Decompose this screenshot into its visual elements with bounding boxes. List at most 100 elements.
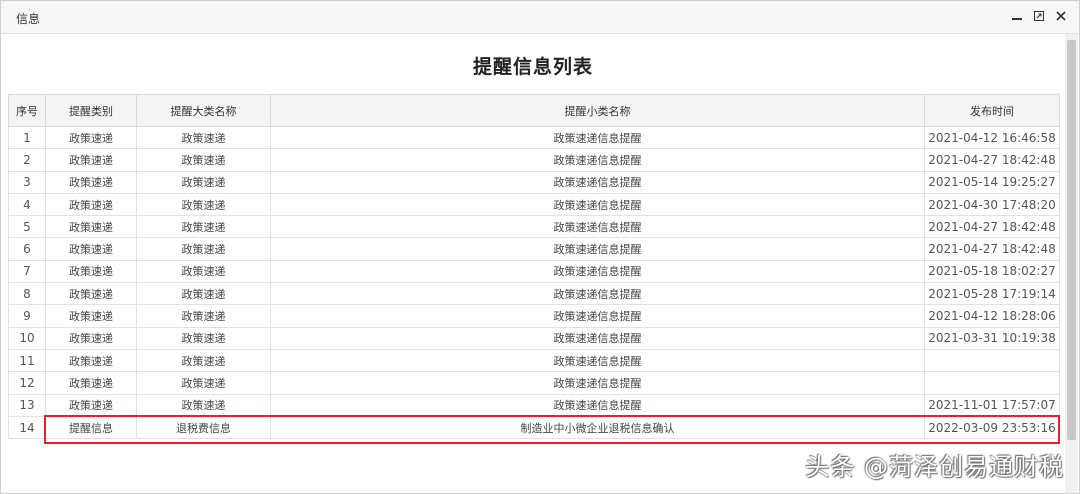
cell-time: 2021-11-01 17:57:07 <box>924 393 1060 417</box>
cell-category: 政策速递 <box>45 215 137 239</box>
cell-category: 政策速递 <box>45 282 137 306</box>
title-bar: 信息 <box>1 1 1079 34</box>
cell-category: 政策速递 <box>45 170 137 194</box>
cell-index: 1 <box>8 125 46 150</box>
table-row[interactable]: 7 政策速递 政策速递 政策速递信息提醒 2021-05-18 18:02:27 <box>8 259 1060 284</box>
cell-category: 政策速递 <box>45 192 137 217</box>
cell-major: 政策速递 <box>136 393 271 417</box>
close-icon[interactable] <box>1053 7 1069 25</box>
minimize-icon[interactable] <box>1009 7 1025 25</box>
table-row[interactable]: 6 政策速递 政策速递 政策速递信息提醒 2021-04-27 18:42:48 <box>8 237 1060 261</box>
cell-major: 政策速递 <box>136 148 271 172</box>
cell-category: 政策速递 <box>45 393 137 417</box>
cell-category: 政策速递 <box>45 259 137 284</box>
cell-minor: 政策速递信息提醒 <box>270 125 925 150</box>
cell-time: 2021-04-27 18:42:48 <box>924 215 1060 239</box>
cell-index: 2 <box>8 148 46 172</box>
cell-index: 12 <box>8 371 46 395</box>
scrollbar-thumb[interactable] <box>1067 40 1076 440</box>
table-row-highlighted[interactable]: 14 提醒信息 退税费信息 制造业中小微企业退税信息确认 2022-03-09 … <box>8 415 1060 440</box>
cell-minor: 政策速递信息提醒 <box>270 170 925 194</box>
cell-index: 4 <box>8 192 46 217</box>
cell-minor: 政策速递信息提醒 <box>270 259 925 284</box>
cell-category: 政策速递 <box>45 237 137 261</box>
cell-major: 政策速递 <box>136 125 271 150</box>
cell-major: 政策速递 <box>136 371 271 395</box>
cell-minor: 政策速递信息提醒 <box>270 393 925 417</box>
cell-minor: 政策速递信息提醒 <box>270 215 925 239</box>
table-row[interactable]: 10 政策速递 政策速递 政策速递信息提醒 2021-03-31 10:19:3… <box>8 326 1060 350</box>
table-row[interactable]: 1 政策速递 政策速递 政策速递信息提醒 2021-04-12 16:46:58 <box>8 125 1060 150</box>
cell-major: 政策速递 <box>136 237 271 261</box>
reminder-table: 序号 提醒类别 提醒大类名称 提醒小类名称 发布时间 1 政策速递 政策速递 政… <box>8 94 1060 440</box>
cell-time: 2021-04-12 18:28:06 <box>924 304 1060 328</box>
dialog-window: 信息 提醒信息列表 序号 提醒类别 提醒大类名称 提醒小类名称 发布时间 1 政… <box>0 0 1080 494</box>
cell-time: 2022-03-09 23:53:16 <box>924 415 1060 440</box>
cell-index: 3 <box>8 170 46 194</box>
cell-index: 8 <box>8 282 46 306</box>
table-row[interactable]: 5 政策速递 政策速递 政策速递信息提醒 2021-04-27 18:42:48 <box>8 215 1060 239</box>
cell-minor: 政策速递信息提醒 <box>270 148 925 172</box>
cell-time: 2021-04-27 18:42:48 <box>924 237 1060 261</box>
table-header-row: 序号 提醒类别 提醒大类名称 提醒小类名称 发布时间 <box>8 94 1060 127</box>
table-row[interactable]: 13 政策速递 政策速递 政策速递信息提醒 2021-11-01 17:57:0… <box>8 393 1060 417</box>
cell-index: 5 <box>8 215 46 239</box>
cell-major: 政策速递 <box>136 326 271 350</box>
cell-time: 2021-04-30 17:48:20 <box>924 192 1060 217</box>
cell-index: 13 <box>8 393 46 417</box>
cell-time: 2021-04-12 16:46:58 <box>924 125 1060 150</box>
cell-category: 政策速递 <box>45 348 137 373</box>
cell-category: 政策速递 <box>45 371 137 395</box>
cell-time: 2021-05-18 18:02:27 <box>924 259 1060 284</box>
cell-index: 7 <box>8 259 46 284</box>
cell-minor: 政策速递信息提醒 <box>270 282 925 306</box>
cell-major: 政策速递 <box>136 282 271 306</box>
cell-time: 2021-04-27 18:42:48 <box>924 148 1060 172</box>
table-row[interactable]: 11 政策速递 政策速递 政策速递信息提醒 <box>8 348 1060 373</box>
cell-major: 退税费信息 <box>136 415 271 440</box>
cell-major: 政策速递 <box>136 170 271 194</box>
cell-major: 政策速递 <box>136 304 271 328</box>
cell-index: 14 <box>8 415 46 440</box>
column-header-index[interactable]: 序号 <box>8 94 46 127</box>
cell-minor: 政策速递信息提醒 <box>270 348 925 373</box>
table-row[interactable]: 8 政策速递 政策速递 政策速递信息提醒 2021-05-28 17:19:14 <box>8 282 1060 306</box>
table-row[interactable]: 4 政策速递 政策速递 政策速递信息提醒 2021-04-30 17:48:20 <box>8 192 1060 217</box>
cell-time: 2021-03-31 10:19:38 <box>924 326 1060 350</box>
cell-minor: 制造业中小微企业退税信息确认 <box>270 415 925 440</box>
cell-category: 政策速递 <box>45 326 137 350</box>
cell-major: 政策速递 <box>136 215 271 239</box>
cell-minor: 政策速递信息提醒 <box>270 326 925 350</box>
table-row[interactable]: 12 政策速递 政策速递 政策速递信息提醒 <box>8 371 1060 395</box>
column-header-minor[interactable]: 提醒小类名称 <box>270 94 925 127</box>
table-row[interactable]: 3 政策速递 政策速递 政策速递信息提醒 2021-05-14 19:25:27 <box>8 170 1060 194</box>
cell-time: 2021-05-28 17:19:14 <box>924 282 1060 306</box>
cell-index: 9 <box>8 304 46 328</box>
cell-index: 11 <box>8 348 46 373</box>
watermark: 头条 @菏泽创易通财税 <box>805 453 1064 481</box>
cell-minor: 政策速递信息提醒 <box>270 237 925 261</box>
table-row[interactable]: 2 政策速递 政策速递 政策速递信息提醒 2021-04-27 18:42:48 <box>8 148 1060 172</box>
cell-category: 政策速递 <box>45 148 137 172</box>
column-header-time[interactable]: 发布时间 <box>924 94 1060 127</box>
cell-time <box>924 371 1060 395</box>
cell-category: 政策速递 <box>45 304 137 328</box>
content-area: 提醒信息列表 序号 提醒类别 提醒大类名称 提醒小类名称 发布时间 1 政策速递… <box>1 34 1065 493</box>
cell-category: 政策速递 <box>45 125 137 150</box>
table-row[interactable]: 9 政策速递 政策速递 政策速递信息提醒 2021-04-12 18:28:06 <box>8 304 1060 328</box>
window-controls <box>1009 7 1069 25</box>
cell-major: 政策速递 <box>136 259 271 284</box>
vertical-scrollbar[interactable] <box>1065 34 1078 493</box>
cell-major: 政策速递 <box>136 192 271 217</box>
column-header-major[interactable]: 提醒大类名称 <box>136 94 271 127</box>
maximize-icon[interactable] <box>1031 7 1047 25</box>
cell-time: 2021-05-14 19:25:27 <box>924 170 1060 194</box>
column-header-category[interactable]: 提醒类别 <box>45 94 137 127</box>
cell-category: 提醒信息 <box>45 415 137 440</box>
cell-minor: 政策速递信息提醒 <box>270 304 925 328</box>
cell-time <box>924 348 1060 373</box>
cell-major: 政策速递 <box>136 348 271 373</box>
cell-minor: 政策速递信息提醒 <box>270 192 925 217</box>
window-title: 信息 <box>16 12 41 26</box>
cell-minor: 政策速递信息提醒 <box>270 371 925 395</box>
